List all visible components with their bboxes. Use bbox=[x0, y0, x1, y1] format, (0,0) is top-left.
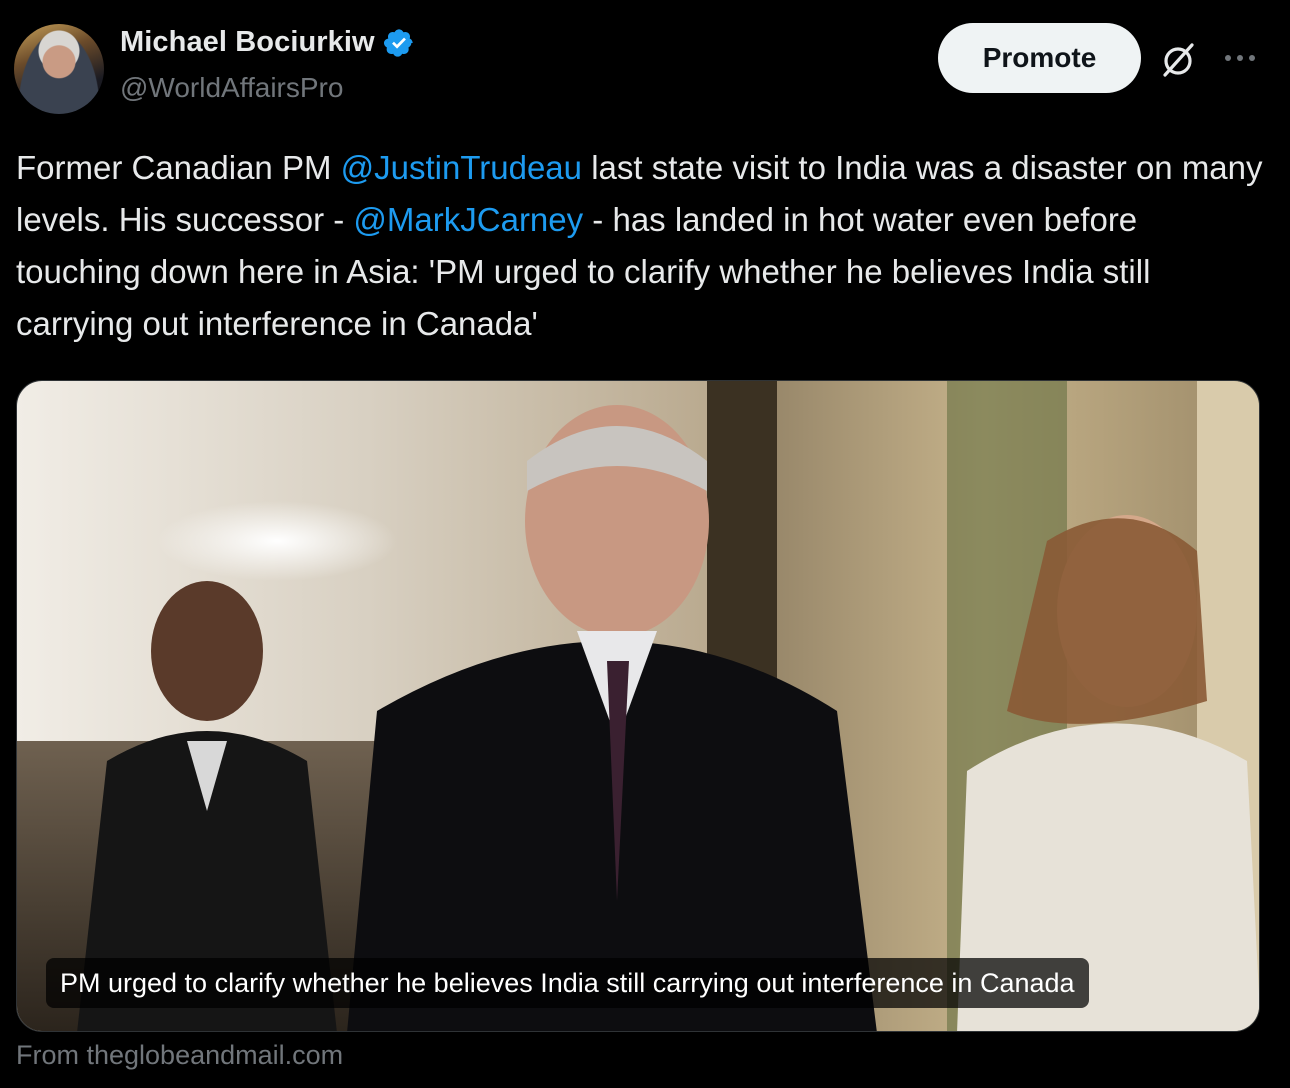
author-handle[interactable]: @WorldAffairsPro bbox=[120, 72, 343, 104]
mention-link[interactable]: @JustinTrudeau bbox=[341, 149, 582, 186]
slashed-circle-icon[interactable] bbox=[1158, 40, 1198, 80]
tweet-text: Former Canadian PM @JustinTrudeau last s… bbox=[16, 142, 1266, 350]
link-card-image[interactable] bbox=[16, 380, 1260, 1032]
author-name-row: Michael Bociurkiw bbox=[120, 26, 415, 59]
news-photo bbox=[17, 381, 1259, 1031]
mention-link[interactable]: @MarkJCarney bbox=[353, 201, 583, 238]
promote-button[interactable]: Promote bbox=[938, 23, 1141, 93]
tweet-text-segment: Former Canadian PM bbox=[16, 149, 341, 186]
ellipsis-icon[interactable] bbox=[1222, 46, 1258, 70]
author-display-name[interactable]: Michael Bociurkiw bbox=[120, 26, 375, 59]
card-source[interactable]: From theglobeandmail.com bbox=[16, 1040, 343, 1071]
author-avatar[interactable] bbox=[14, 24, 104, 114]
verified-badge-icon[interactable] bbox=[383, 27, 415, 59]
card-caption: PM urged to clarify whether he believes … bbox=[46, 958, 1089, 1008]
